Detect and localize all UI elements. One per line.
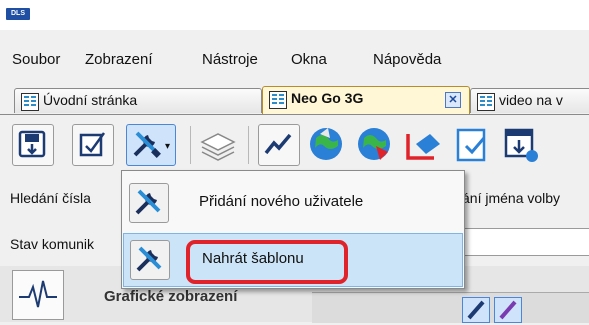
tools-icon-box — [129, 183, 169, 223]
pen-blue-button[interactable] — [462, 297, 490, 323]
pen-icon — [467, 300, 485, 320]
app-logo: DLS — [6, 8, 30, 20]
toolbar-separator — [248, 126, 249, 164]
menu-item-label: Přidání nového uživatele — [199, 193, 364, 210]
pulse-icon — [19, 280, 57, 308]
tab-label: Úvodní stránka — [43, 92, 138, 108]
save-icon — [18, 130, 46, 158]
stacked-pages-icon — [200, 133, 236, 161]
menu-nastroje[interactable]: Nástroje — [202, 48, 258, 72]
menu-bar: Soubor Zobrazení Nástroje Okna Nápověda — [0, 48, 589, 72]
graphic-view-label: Grafické zobrazení — [104, 288, 238, 305]
checkbox-icon — [79, 132, 106, 157]
document-check-button[interactable] — [452, 124, 492, 164]
menu-item-add-user[interactable]: Přidání nového uživatele — [123, 177, 461, 229]
menu-napoveda[interactable]: Nápověda — [373, 48, 441, 72]
line-chart-icon — [264, 133, 292, 155]
line-chart-button[interactable] — [258, 124, 300, 166]
pen-icon — [499, 300, 517, 320]
globe-upload-button[interactable] — [306, 124, 346, 164]
menu-okna[interactable]: Okna — [291, 48, 327, 72]
document-list-icon — [269, 91, 287, 109]
title-bar: DLS — [0, 0, 589, 30]
status-label: Stav komunik — [10, 236, 95, 252]
chevron-down-icon: ▾ — [165, 141, 171, 152]
close-icon[interactable]: ✕ — [445, 92, 461, 108]
globe-up-icon — [310, 128, 342, 160]
toolbar: ▾ — [0, 116, 589, 174]
toolbar-separator — [190, 126, 191, 164]
checkbox-button[interactable] — [72, 124, 114, 166]
graphic-toolbar — [312, 292, 589, 323]
document-check-icon — [456, 128, 486, 162]
document-list-icon — [477, 93, 495, 111]
search-number-label: Hledání čísla — [10, 190, 91, 206]
tab-video[interactable]: video na v — [470, 88, 589, 113]
export-icon — [406, 134, 440, 160]
tab-neo-go-3g[interactable]: Neo Go 3G ✕ — [262, 86, 470, 114]
menu-zobrazeni[interactable]: Zobrazení — [85, 48, 153, 72]
highlight-annotation — [186, 240, 348, 284]
document-list-icon — [21, 93, 39, 111]
tools-icon — [133, 131, 161, 158]
stacked-pages-button[interactable] — [198, 124, 238, 164]
pulse-button[interactable] — [12, 270, 64, 320]
tab-uvodni-stranka[interactable]: Úvodní stránka — [14, 88, 262, 113]
tools-dropdown-button[interactable]: ▾ — [126, 124, 176, 166]
menu-soubor[interactable]: Soubor — [12, 48, 60, 72]
globe-download-button[interactable] — [354, 124, 394, 164]
tab-label: video na v — [499, 92, 563, 108]
download-window-icon — [504, 128, 538, 162]
globe-down-icon — [358, 128, 390, 160]
tools-icon — [136, 246, 162, 272]
export-button[interactable] — [404, 124, 444, 164]
tab-strip: Úvodní stránka Neo Go 3G ✕ video na v — [0, 84, 589, 115]
save-button[interactable] — [12, 124, 54, 166]
pen-purple-button[interactable] — [494, 297, 522, 323]
status-field[interactable] — [462, 228, 589, 256]
tools-icon — [135, 189, 161, 215]
tab-label: Neo Go 3G — [291, 90, 364, 106]
search-name-label: ání jména volby — [462, 190, 561, 206]
tools-icon-box — [130, 240, 170, 280]
download-window-button[interactable] — [500, 124, 540, 164]
